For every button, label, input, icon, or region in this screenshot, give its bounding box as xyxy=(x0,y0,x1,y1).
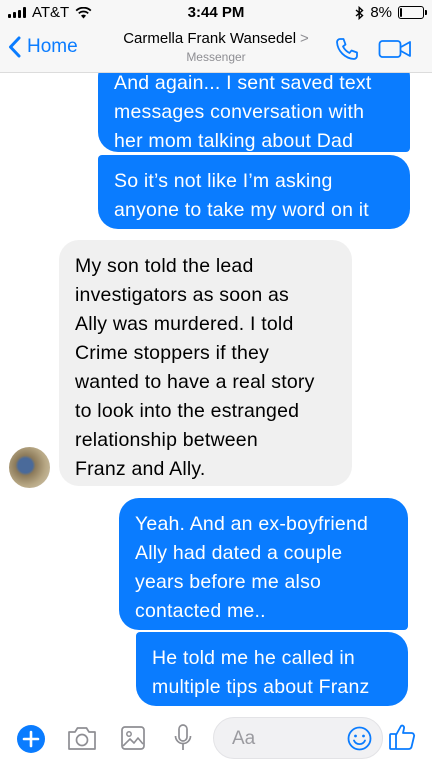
battery-level-fill xyxy=(400,8,402,17)
back-button[interactable]: Home xyxy=(8,36,78,58)
composer-bar xyxy=(0,710,432,768)
voice-button[interactable] xyxy=(173,723,193,758)
message-line: So it’s not like I’m asking xyxy=(114,170,333,192)
image-icon xyxy=(121,726,145,750)
plus-icon xyxy=(17,725,45,753)
message-line: years before me also xyxy=(135,571,322,593)
message-line: He told me he called in xyxy=(152,647,355,669)
contact-chevron-icon: > xyxy=(300,30,309,47)
contact-name: Carmella Frank Wansedel xyxy=(123,30,297,47)
contact-name-row: Carmella Frank Wansedel > xyxy=(100,30,332,47)
message-line: her mom talking about Dad xyxy=(114,130,354,152)
emoji-button[interactable] xyxy=(347,726,372,756)
battery-percent: 8% xyxy=(370,4,392,21)
status-bar: AT&T 3:44 PM 8% xyxy=(0,0,432,26)
microphone-icon xyxy=(174,724,192,750)
more-actions-button[interactable] xyxy=(16,724,46,759)
message-line: Ally had dated a couple xyxy=(135,542,343,564)
message-bubble-outgoing[interactable]: Yeah. And an ex-boyfriend Ally had dated… xyxy=(119,498,408,630)
message-line: Ally was murdered. I told xyxy=(75,313,294,335)
message-input-container[interactable] xyxy=(213,717,383,759)
message-bubble-outgoing[interactable]: He told me he called in multiple tips ab… xyxy=(136,632,408,706)
gallery-button[interactable] xyxy=(120,725,146,756)
message-line: And again... I sent saved text xyxy=(114,73,372,94)
message-line: Yeah. And an ex-boyfriend xyxy=(135,513,369,535)
message-bubble-incoming[interactable]: My son told the lead investigators as so… xyxy=(59,240,352,486)
camera-icon xyxy=(68,727,96,750)
message-line: anyone to take my word on it xyxy=(114,199,369,221)
camera-button[interactable] xyxy=(67,725,97,756)
message-line: to look into the estranged xyxy=(75,400,300,422)
message-list[interactable]: And again... I sent saved text messages … xyxy=(0,73,432,710)
message-line: relationship between xyxy=(75,429,258,451)
contact-subtitle: Messenger xyxy=(186,50,246,64)
thumbs-up-icon xyxy=(389,724,416,750)
message-line: Franz and Ally. xyxy=(75,458,206,480)
message-line: contacted me.. xyxy=(135,600,266,622)
back-chevron-icon xyxy=(9,36,21,58)
message-line: My son told the lead xyxy=(75,255,254,277)
message-input[interactable] xyxy=(230,726,344,752)
status-right: 8% xyxy=(355,4,427,21)
message-bubble-outgoing[interactable]: And again... I sent saved text messages … xyxy=(98,73,410,152)
message-line: investigators as soon as xyxy=(75,284,289,306)
message-line: multiple tips about Franz xyxy=(152,676,370,698)
contact-avatar[interactable] xyxy=(9,447,50,488)
conversation-header: Home Carmella Frank Wansedel > Messenger xyxy=(0,26,432,73)
like-button[interactable] xyxy=(388,722,416,757)
message-line: Crime stoppers if they xyxy=(75,342,270,364)
message-line: messages conversation with xyxy=(114,101,365,123)
battery-icon xyxy=(398,6,427,19)
message-bubble-outgoing[interactable]: So it’s not like I’m asking anyone to ta… xyxy=(98,155,410,229)
message-line: wanted to have a real story xyxy=(75,371,315,393)
back-label: Home xyxy=(27,36,78,57)
call-button[interactable] xyxy=(334,36,360,67)
contact-title[interactable]: Carmella Frank Wansedel > Messenger xyxy=(100,30,332,64)
emoji-icon xyxy=(347,726,372,751)
video-call-button[interactable] xyxy=(378,38,412,65)
video-camera-icon xyxy=(378,40,411,58)
bluetooth-icon xyxy=(355,5,364,20)
phone-icon xyxy=(336,38,358,60)
